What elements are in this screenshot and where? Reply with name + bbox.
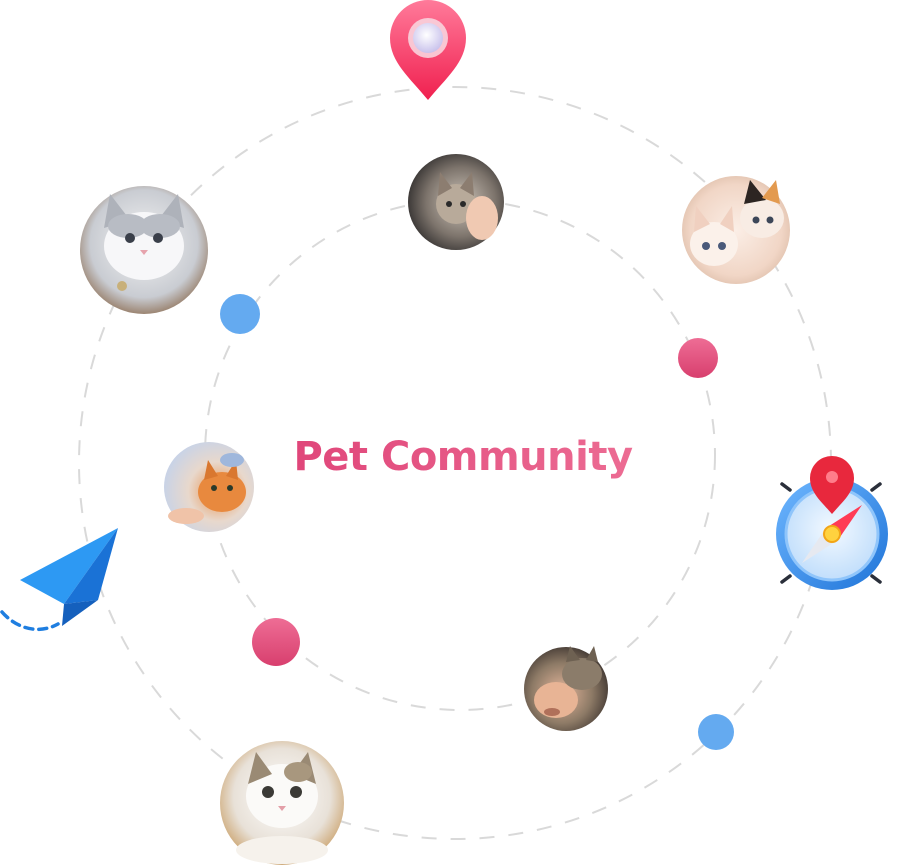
page-title: Pet Community: [293, 434, 633, 480]
avatar-orange-cat: [164, 442, 254, 532]
avatar-hand-kitten: [408, 154, 504, 250]
avatar-man-with-cat: [524, 646, 608, 731]
pink-dot: [678, 338, 718, 378]
avatar-two-kittens: [682, 176, 790, 284]
pet-community-illustration: [0, 0, 888, 865]
pink-dot: [252, 618, 300, 666]
paper-plane-icon: [0, 528, 118, 632]
blue-dot: [220, 294, 260, 334]
location-pin-icon: [390, 0, 466, 100]
avatar-gray-kitten: [80, 186, 208, 314]
avatar-white-cat: [220, 741, 344, 865]
blue-dot: [698, 714, 734, 750]
compass-icon: [776, 456, 888, 590]
